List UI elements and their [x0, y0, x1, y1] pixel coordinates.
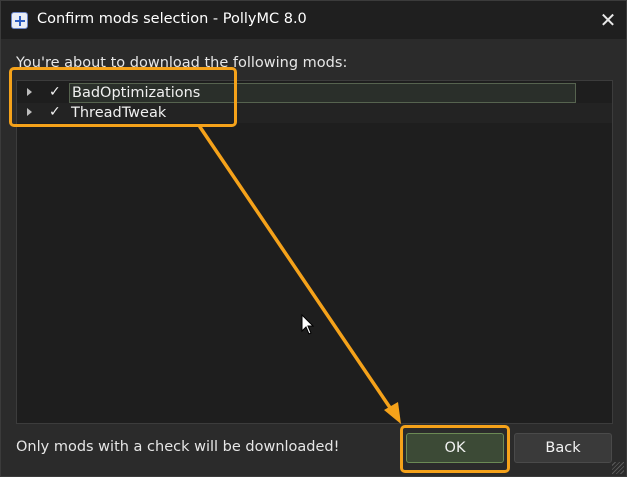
window-title: Confirm mods selection - PollyMC 8.0 — [37, 11, 307, 27]
annotation-highlight-ok — [400, 425, 510, 473]
mouse-pointer-icon — [301, 314, 315, 335]
title-bar[interactable]: Confirm mods selection - PollyMC 8.0 ✕ — [1, 1, 626, 39]
mods-tree[interactable]: ✓ BadOptimizations ✓ ThreadTweak — [16, 80, 613, 424]
app-icon — [11, 12, 28, 29]
resize-grip[interactable] — [612, 462, 624, 474]
annotation-highlight-mods — [9, 67, 237, 127]
back-button[interactable]: Back — [514, 433, 612, 463]
close-icon[interactable]: ✕ — [589, 1, 627, 39]
footer-note: Only mods with a check will be downloade… — [16, 439, 340, 455]
